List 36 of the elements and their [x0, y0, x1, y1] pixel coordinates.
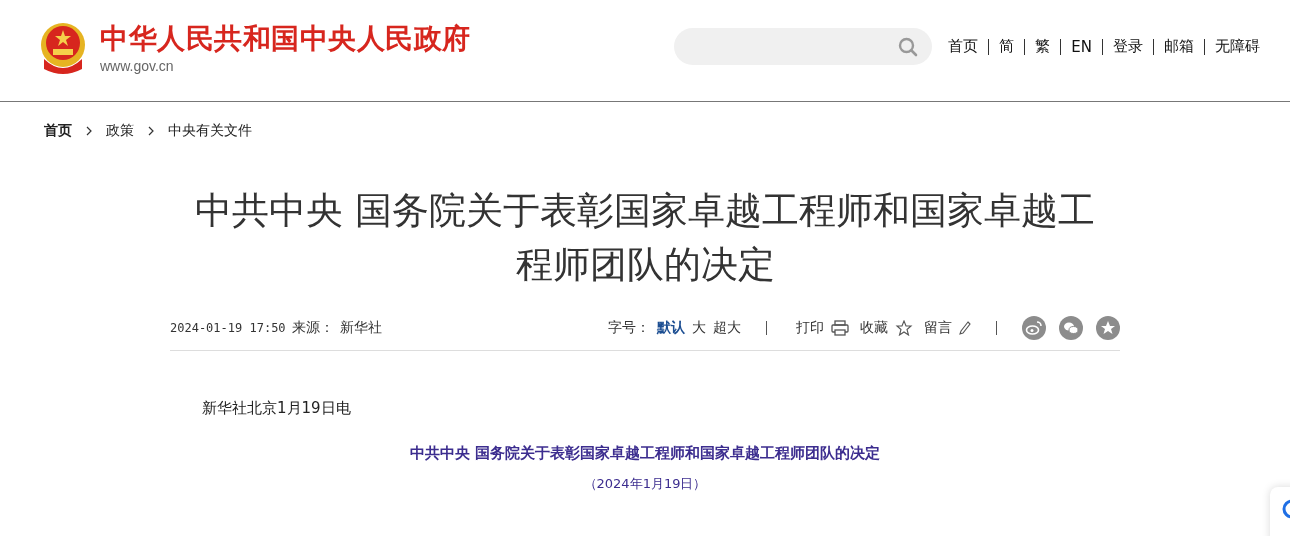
source-label: 来源：	[291, 319, 334, 337]
font-size-option[interactable]: 默认	[657, 319, 685, 337]
site-name[interactable]: 中华人民共和国中央人民政府	[100, 21, 471, 56]
document-date: （2024年1月19日）	[582, 475, 708, 493]
nav-link[interactable]: 简	[999, 37, 1015, 56]
chevron-icon	[148, 126, 154, 136]
nav-link[interactable]: 登录	[1113, 37, 1143, 56]
nav-link[interactable]: 邮箱	[1164, 37, 1194, 56]
emblem-icon	[38, 20, 88, 75]
dateline: 新华社北京1月19日电	[202, 399, 352, 418]
weibo-icon[interactable]	[1022, 316, 1046, 340]
nav-link[interactable]: EN	[1071, 37, 1092, 56]
action-link[interactable]: 留言	[924, 319, 952, 337]
font-size-option[interactable]: 大	[692, 319, 706, 337]
breadcrumb-link[interactable]: 政策	[106, 122, 134, 140]
star-icon[interactable]	[895, 320, 913, 336]
action-link[interactable]: 打印	[796, 319, 824, 337]
nav-link[interactable]: 首页	[948, 37, 979, 56]
publish-time: 2024-01-19 17:50	[170, 321, 286, 335]
pencil-icon[interactable]	[959, 321, 971, 335]
font-size-option[interactable]: 超大	[713, 319, 741, 337]
article-title: 中共中央 国务院关于表彰国家卓越工程师和国家卓越工程师团队的决定	[194, 188, 1096, 288]
wechat-icon[interactable]	[1059, 316, 1083, 340]
action-link[interactable]: 收藏	[860, 319, 888, 337]
breadcrumb-link[interactable]: 首页	[44, 122, 72, 140]
site-url: www.gov.cn	[100, 57, 175, 74]
printer-icon[interactable]	[831, 320, 849, 336]
source-name: 新华社	[339, 319, 382, 337]
nav-link[interactable]: 无障碍	[1215, 37, 1260, 56]
font-size-label: 字号：	[608, 319, 650, 337]
chevron-icon	[86, 126, 92, 136]
document-title: 中共中央 国务院关于表彰国家卓越工程师和国家卓越工程师团队的决定	[408, 444, 882, 463]
nav-link[interactable]: 繁	[1035, 37, 1051, 56]
breadcrumb-link[interactable]: 中央有关文件	[168, 122, 252, 140]
search-field[interactable]	[674, 28, 933, 65]
search-icon[interactable]	[898, 36, 919, 57]
